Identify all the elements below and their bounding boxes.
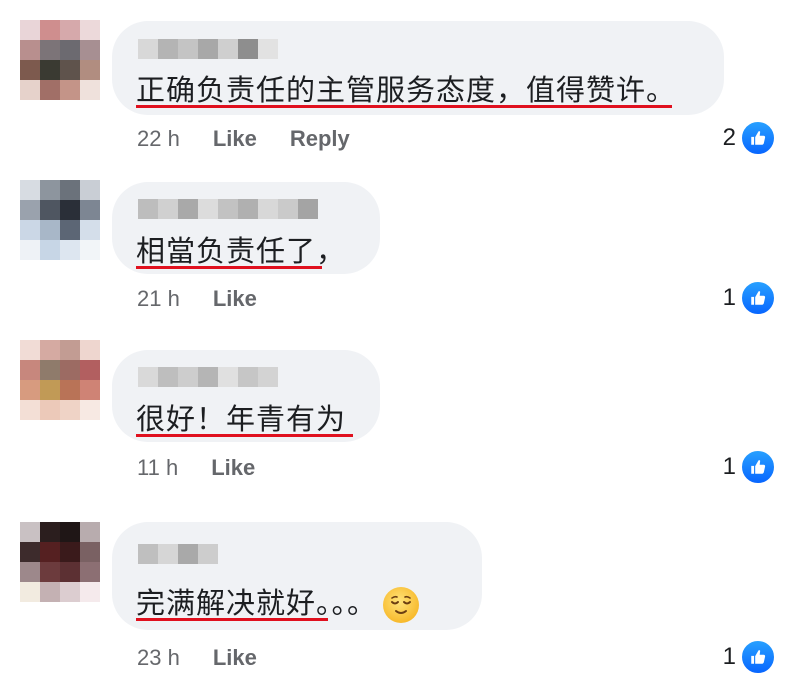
reaction-summary[interactable]: 2 — [723, 120, 776, 156]
comment-bubble: 完满解决就好。。。 — [112, 522, 482, 630]
reaction-count: 1 — [722, 453, 736, 480]
red-underline — [136, 434, 353, 437]
comment-text: 正确负责任的主管服务态度，值得赞许。 — [136, 73, 677, 107]
reaction-count: 2 — [722, 124, 736, 151]
comment-bubble: 正确负责任的主管服务态度，值得赞许。 — [112, 21, 724, 115]
comment-text: 很好！年青有为 — [136, 402, 347, 436]
relieved-face-emoji-icon — [383, 587, 420, 623]
avatar[interactable] — [20, 522, 100, 602]
comment-text-content: 完满解决就好。。。 — [136, 586, 378, 620]
author-name[interactable] — [138, 199, 318, 219]
reaction-summary[interactable]: 1 — [723, 449, 776, 485]
author-name[interactable] — [138, 367, 278, 387]
thumbs-up-icon — [740, 449, 776, 485]
thumbs-up-icon — [740, 120, 776, 156]
red-underline — [136, 618, 328, 621]
author-name[interactable] — [138, 39, 278, 59]
comment-bubble: 相當负责任了， — [112, 182, 380, 274]
comment-actions: 23 h Like — [137, 643, 290, 673]
comment-time[interactable]: 11 h — [137, 455, 178, 481]
comment-bubble: 很好！年青有为 — [112, 350, 380, 442]
reaction-count: 1 — [722, 643, 736, 670]
avatar[interactable] — [20, 20, 100, 100]
comment-text: 完满解决就好。。。 — [136, 580, 420, 623]
like-button[interactable]: Like — [213, 286, 257, 312]
like-button[interactable]: Like — [213, 126, 257, 152]
avatar[interactable] — [20, 180, 100, 260]
red-underline — [136, 266, 322, 269]
thumbs-up-icon — [740, 639, 776, 675]
comment-actions: 22 h Like Reply — [137, 124, 383, 154]
reply-button[interactable]: Reply — [290, 126, 350, 152]
reaction-summary[interactable]: 1 — [723, 280, 776, 316]
comment-time[interactable]: 21 h — [137, 286, 180, 312]
comment-time[interactable]: 22 h — [137, 126, 180, 152]
reaction-summary[interactable]: 1 — [723, 639, 776, 675]
avatar[interactable] — [20, 340, 100, 420]
reaction-count: 1 — [722, 284, 736, 311]
author-name[interactable] — [138, 544, 218, 564]
red-underline — [136, 105, 672, 108]
comment-text: 相當负责任了， — [136, 234, 347, 268]
comment-actions: 11 h Like — [137, 453, 288, 483]
comment-actions: 21 h Like — [137, 284, 290, 314]
comment-time[interactable]: 23 h — [137, 645, 180, 671]
thumbs-up-icon — [740, 280, 776, 316]
like-button[interactable]: Like — [213, 645, 257, 671]
like-button[interactable]: Like — [211, 455, 255, 481]
